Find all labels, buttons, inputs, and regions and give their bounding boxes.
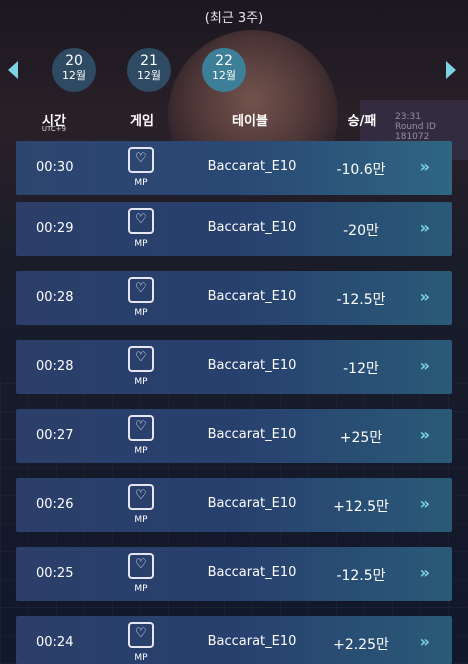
row-detail-arrow-icon[interactable]: » (420, 494, 430, 513)
row-result: -10.6만 (336, 162, 386, 178)
row-time: 00:28 (36, 359, 74, 374)
row-game: MP (134, 446, 148, 456)
playing-card-heart-icon (128, 622, 154, 648)
row-detail-arrow-icon[interactable]: » (420, 425, 430, 444)
row-time: 00:24 (36, 635, 74, 650)
date-day: 21 (140, 53, 158, 69)
row-time: 00:28 (36, 290, 74, 305)
table-row[interactable]: 00:25 MP Baccarat_E10 -12.5만 » (16, 547, 452, 601)
date-button-20[interactable]: 20 12월 (52, 48, 96, 92)
row-table: Baccarat_E10 (207, 496, 297, 511)
row-result: +12.5만 (333, 499, 389, 515)
date-month: 12월 (211, 69, 237, 82)
period-subtitle: (최근 3주) (204, 11, 264, 26)
row-game: MP (134, 308, 148, 318)
date-button-21[interactable]: 21 12월 (127, 48, 171, 92)
row-detail-arrow-icon[interactable]: » (420, 356, 430, 375)
row-table: Baccarat_E10 (207, 358, 297, 373)
table-row[interactable]: 00:28 MP Baccarat_E10 -12만 » (16, 340, 452, 394)
playing-card-heart-icon (128, 208, 154, 234)
playing-card-heart-icon (128, 553, 154, 579)
table-row[interactable]: 00:27 MP Baccarat_E10 +25만 » (16, 409, 452, 463)
row-game: MP (134, 653, 148, 663)
date-month: 12월 (61, 69, 87, 82)
date-day: 22 (215, 53, 233, 69)
row-result: -12만 (343, 361, 379, 377)
header-time-timezone: UTC+9 (41, 125, 67, 133)
date-button-22[interactable]: 22 12월 (202, 48, 246, 92)
row-detail-arrow-icon[interactable]: » (420, 287, 430, 306)
table-row[interactable]: 00:26 MP Baccarat_E10 +12.5만 » (16, 478, 452, 532)
row-result: +25만 (339, 430, 383, 446)
row-result: -12.5만 (336, 292, 386, 308)
table-row[interactable]: 00:29 MP Baccarat_E10 -20만 » (16, 202, 452, 256)
table-row[interactable]: 00:24 MP Baccarat_E10 +2.25만 » (16, 616, 452, 664)
header-table: 테이블 (232, 114, 268, 129)
header-game: 게임 (130, 114, 154, 129)
date-month: 12월 (136, 69, 162, 82)
date-day: 20 (65, 53, 83, 69)
row-table: Baccarat_E10 (207, 159, 297, 174)
row-table: Baccarat_E10 (207, 634, 297, 649)
table-header: 시간 UTC+9 게임 테이블 승/패 (0, 110, 468, 138)
row-time: 00:27 (36, 428, 74, 443)
row-time: 00:26 (36, 497, 74, 512)
date-selector: 20 12월 21 12월 22 12월 (0, 48, 468, 96)
row-result: -20만 (343, 223, 379, 239)
row-game: MP (134, 515, 148, 525)
row-game: MP (134, 377, 148, 387)
prev-arrow-icon[interactable] (8, 61, 18, 79)
row-time: 00:25 (36, 566, 74, 581)
row-table: Baccarat_E10 (207, 289, 297, 304)
row-table: Baccarat_E10 (207, 565, 297, 580)
row-game: MP (134, 239, 148, 249)
row-table: Baccarat_E10 (207, 427, 297, 442)
header-result: 승/패 (347, 114, 377, 129)
row-time: 00:30 (36, 160, 74, 175)
row-time: 00:29 (36, 221, 74, 236)
playing-card-heart-icon (128, 484, 154, 510)
row-result: -12.5만 (336, 568, 386, 584)
row-table: Baccarat_E10 (207, 220, 297, 235)
row-game: MP (134, 584, 148, 594)
next-arrow-icon[interactable] (446, 61, 456, 79)
playing-card-heart-icon (128, 277, 154, 303)
row-detail-arrow-icon[interactable]: » (420, 563, 430, 582)
row-detail-arrow-icon[interactable]: » (420, 218, 430, 237)
row-detail-arrow-icon[interactable]: » (420, 157, 430, 176)
playing-card-heart-icon (128, 346, 154, 372)
playing-card-heart-icon (128, 147, 154, 173)
playing-card-heart-icon (128, 415, 154, 441)
table-row[interactable]: 00:30 MP Baccarat_E10 -10.6만 » (16, 141, 452, 195)
row-result: +2.25만 (333, 637, 389, 653)
table-row[interactable]: 00:28 MP Baccarat_E10 -12.5만 » (16, 271, 452, 325)
row-game: MP (134, 178, 148, 188)
row-detail-arrow-icon[interactable]: » (420, 632, 430, 651)
